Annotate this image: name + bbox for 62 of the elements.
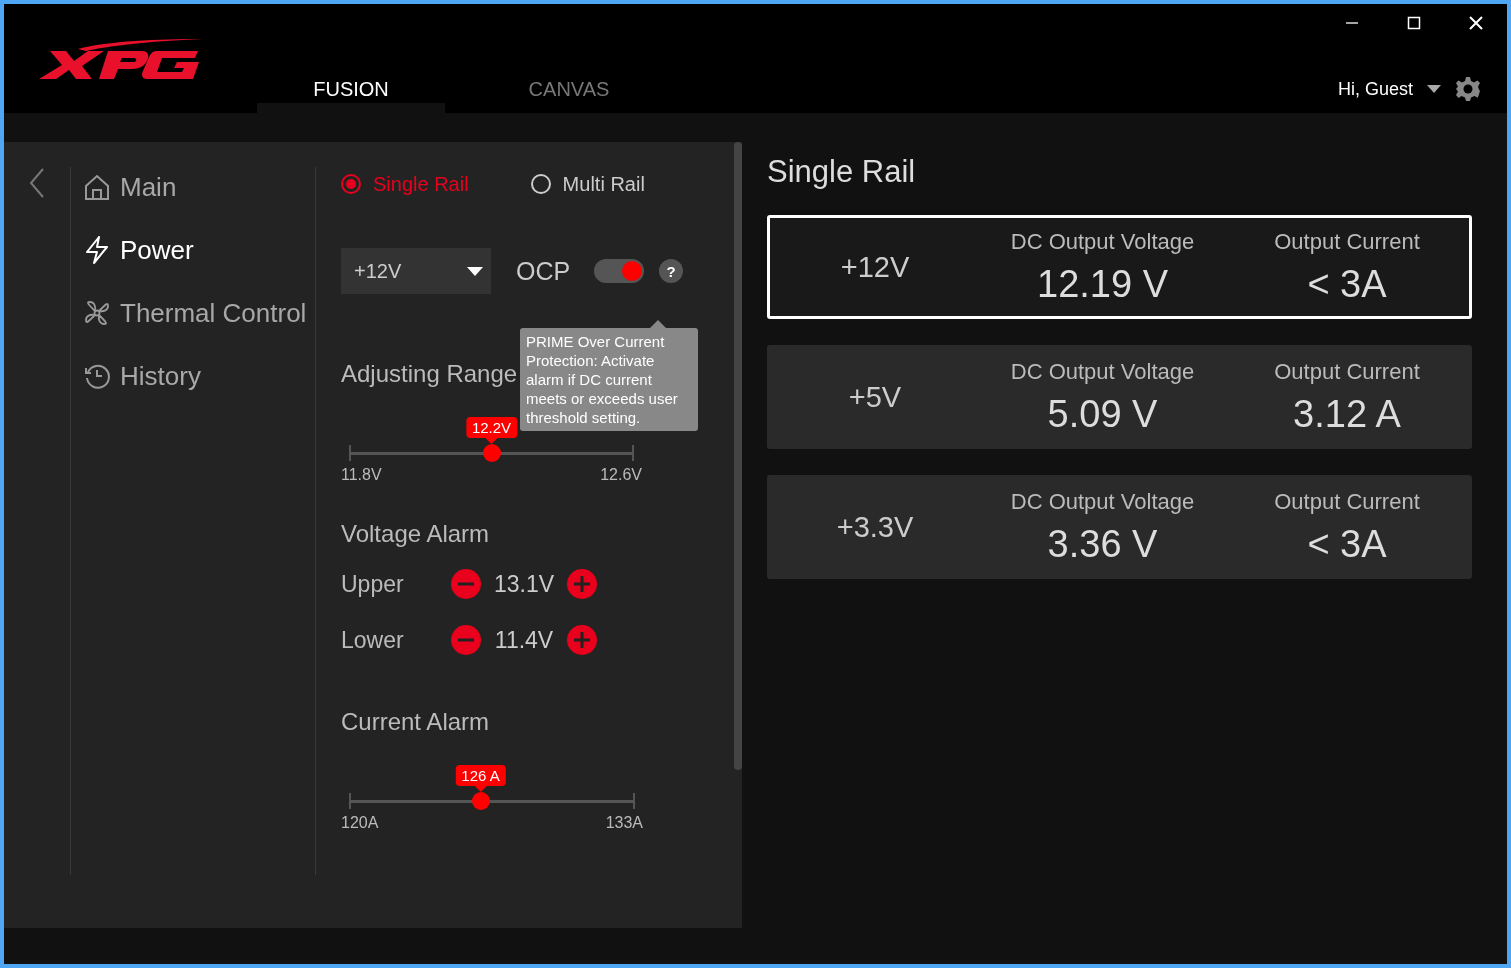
sidebar-item[interactable]: Power <box>84 231 315 269</box>
rail-name: +5V <box>847 380 903 414</box>
alarm-label: Lower <box>341 626 405 654</box>
sidebar-item[interactable]: History <box>84 357 315 395</box>
voltage-label: DC Output Voltage <box>1010 228 1195 255</box>
rail-name: +3.3V <box>835 510 915 544</box>
alarm-label: Upper <box>341 570 405 598</box>
current-label: Output Current <box>1274 488 1420 515</box>
panel-title: Single Rail <box>767 154 917 190</box>
rail-card[interactable]: +12V DC Output Voltage 12.19 V Output Current < 3A <box>767 215 1472 319</box>
rail-card[interactable]: +3.3V DC Output Voltage 3.36 V Output Current < 3A <box>767 475 1472 579</box>
sidebar-item[interactable]: Main <box>84 168 315 206</box>
current-value: < 3A <box>1307 262 1387 306</box>
minus-button[interactable] <box>451 625 481 655</box>
help-button[interactable]: ? <box>659 259 684 283</box>
back-chevron-icon[interactable] <box>29 168 45 198</box>
minus-button[interactable] <box>451 569 481 599</box>
nav-tab[interactable]: CANVAS <box>507 4 631 113</box>
slider-value: 12.2V <box>465 417 518 444</box>
range-max-label: 12.6V <box>600 466 642 484</box>
voltage-label: DC Output Voltage <box>1010 488 1195 515</box>
rail-name: +12V <box>839 250 911 284</box>
user-greeting[interactable]: Hi, Guest <box>1337 78 1413 100</box>
range-min-label: 120A <box>341 814 379 832</box>
rail-mode-radio[interactable]: Multi Rail <box>530 172 645 196</box>
plus-button[interactable] <box>567 625 597 655</box>
scrollbar[interactable] <box>734 142 742 770</box>
slider-thumb[interactable] <box>482 444 501 462</box>
alarm-value: 11.4V <box>493 626 555 654</box>
current-value: 3.12 A <box>1293 392 1401 436</box>
plus-button[interactable] <box>567 569 597 599</box>
nav-tab[interactable]: FUSION <box>257 4 445 113</box>
slider-value: 126 A <box>455 765 506 792</box>
range-max-label: 133A <box>605 814 643 832</box>
slider-thumb[interactable] <box>471 792 490 810</box>
current-value: < 3A <box>1307 522 1387 566</box>
ocp-toggle[interactable] <box>594 259 645 283</box>
sidebar-item[interactable]: Thermal Control <box>84 294 315 332</box>
fan-icon <box>84 300 110 326</box>
ocp-label: OCP <box>516 256 571 286</box>
close-icon[interactable] <box>1469 16 1483 30</box>
clock-icon <box>84 363 110 389</box>
alarm-value: 13.1V <box>492 570 556 598</box>
current-label: Output Current <box>1274 228 1420 255</box>
section-title: Adjusting Range <box>341 360 518 388</box>
range-min-label: 11.8V <box>341 466 382 484</box>
rail-card[interactable]: +5V DC Output Voltage 5.09 V Output Current 3.12 A <box>767 345 1472 449</box>
caret-icon <box>467 266 483 276</box>
home-icon <box>84 173 110 201</box>
voltage-label: DC Output Voltage <box>1010 358 1195 385</box>
section-title: Current Alarm <box>341 708 490 736</box>
tooltip: PRIME Over Current Protection: Activate alarm if DC current meets or exceeds user threshold setting. <box>520 320 698 431</box>
voltage-value: 12.19 V <box>1037 262 1168 306</box>
maximize-icon[interactable] <box>1407 16 1421 30</box>
voltage-value: 3.36 V <box>1047 522 1158 566</box>
current-label: Output Current <box>1274 358 1420 385</box>
section-title: Voltage Alarm <box>341 520 490 548</box>
settings-icon[interactable] <box>1455 76 1481 102</box>
rail-dropdown[interactable]: +12V <box>341 248 491 294</box>
caret-icon[interactable] <box>1427 85 1441 93</box>
voltage-value: 5.09 V <box>1047 392 1158 436</box>
lightning-icon <box>84 235 110 265</box>
